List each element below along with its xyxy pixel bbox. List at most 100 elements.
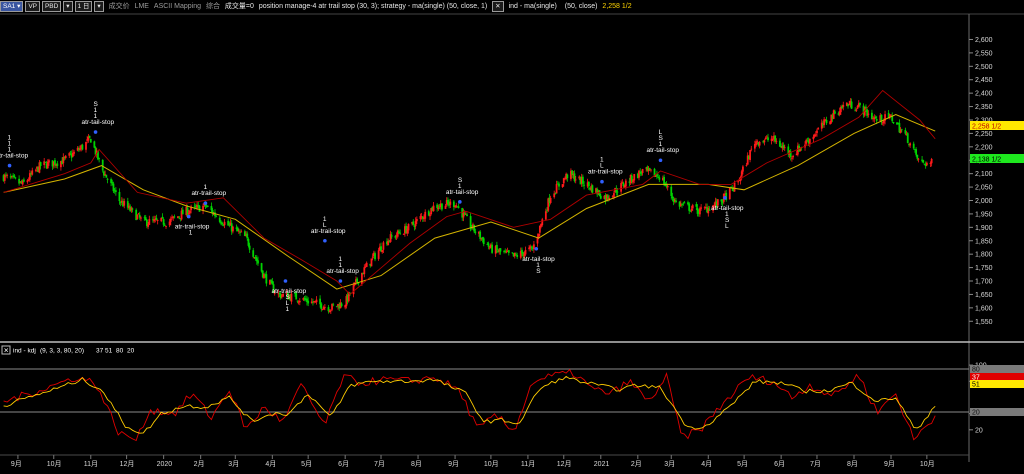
candle-body bbox=[377, 250, 380, 259]
candle-body bbox=[474, 231, 477, 233]
signal-mark: L bbox=[725, 223, 729, 230]
candle-body bbox=[558, 183, 560, 187]
time-tick-label: 4月 bbox=[701, 460, 712, 468]
time-tick-label: 8月 bbox=[411, 460, 422, 468]
candle-body bbox=[173, 216, 176, 218]
candle-body bbox=[504, 250, 507, 252]
candle-body bbox=[22, 179, 25, 182]
time-tick-label: 5月 bbox=[301, 460, 312, 468]
candle-body bbox=[641, 169, 644, 173]
candle-body bbox=[98, 158, 101, 159]
candle-body bbox=[363, 267, 366, 275]
candle-body bbox=[695, 204, 698, 207]
signal-dot bbox=[203, 201, 208, 205]
candle-body bbox=[26, 180, 29, 183]
candle-body bbox=[112, 183, 115, 192]
candle-body bbox=[632, 180, 634, 183]
candle-body bbox=[469, 216, 472, 229]
candle-body bbox=[820, 122, 823, 129]
candles-layer bbox=[2, 98, 933, 315]
candle-body bbox=[155, 217, 158, 220]
signal-label: atr-trail-stop bbox=[191, 190, 226, 197]
price-tick-label: 2,000 bbox=[975, 198, 993, 205]
candle-body bbox=[88, 135, 91, 138]
time-tick-label: 2月 bbox=[631, 460, 642, 468]
candle-body bbox=[105, 174, 108, 178]
time-tick-label: 10月 bbox=[484, 460, 499, 468]
candle-body bbox=[728, 187, 731, 200]
candle-body bbox=[13, 175, 16, 178]
candle-body bbox=[114, 190, 117, 192]
signal-label: atr-trail-stop bbox=[588, 169, 623, 176]
candle-body bbox=[370, 258, 373, 267]
candle-body bbox=[332, 304, 335, 306]
candle-body bbox=[756, 141, 759, 143]
candle-body bbox=[587, 182, 590, 187]
candle-body bbox=[131, 208, 134, 210]
candle-body bbox=[499, 248, 502, 252]
candle-body bbox=[382, 242, 385, 250]
candle-body bbox=[691, 205, 694, 209]
price-tick-label: 1,650 bbox=[975, 292, 993, 299]
candle-body bbox=[361, 273, 363, 285]
candle-body bbox=[189, 210, 191, 214]
candle-body bbox=[624, 180, 627, 187]
candle-body bbox=[414, 220, 417, 227]
candle-body bbox=[271, 280, 274, 285]
kdj-d-value: 51 bbox=[105, 348, 113, 355]
candle-body bbox=[749, 149, 751, 161]
candle-body bbox=[106, 178, 109, 180]
candle-body bbox=[561, 184, 564, 188]
candle-body bbox=[906, 133, 909, 143]
ma-badge-text: 2,258 1/2 bbox=[972, 124, 1001, 131]
candle-body bbox=[658, 177, 661, 180]
candle-body bbox=[81, 144, 84, 150]
ma-line bbox=[3, 114, 936, 290]
candle-body bbox=[329, 309, 332, 311]
candle-body bbox=[390, 235, 393, 237]
signal-mark: 1 bbox=[203, 184, 207, 191]
candle-body bbox=[31, 170, 34, 175]
candle-body bbox=[690, 208, 693, 211]
candle-body bbox=[298, 300, 301, 303]
candle-body bbox=[816, 130, 818, 134]
signal-mark: 1 bbox=[8, 135, 12, 142]
candle-body bbox=[890, 114, 892, 116]
price-tick-label: 1,900 bbox=[975, 225, 993, 232]
chart-canvas[interactable]: atr-tail-stop111atr-tail-stop11Satr-trai… bbox=[0, 0, 1024, 474]
candle-body bbox=[441, 203, 443, 210]
candle-body bbox=[163, 225, 166, 226]
candle-body bbox=[46, 161, 49, 169]
price-tick-label: 2,450 bbox=[975, 77, 993, 84]
candle-body bbox=[774, 135, 777, 142]
signal-mark: S bbox=[659, 135, 664, 142]
candle-body bbox=[866, 109, 869, 116]
candle-body bbox=[767, 137, 769, 141]
candle-body bbox=[449, 201, 452, 205]
candle-body bbox=[111, 182, 114, 184]
candle-body bbox=[909, 143, 912, 146]
candle-body bbox=[407, 223, 410, 231]
signal-dot bbox=[323, 238, 327, 243]
candle-body bbox=[842, 105, 845, 108]
candle-body bbox=[633, 174, 636, 181]
candle-body bbox=[3, 174, 6, 181]
candle-body bbox=[524, 249, 527, 255]
candle-body bbox=[198, 205, 201, 212]
candle-body bbox=[670, 186, 673, 196]
candle-body bbox=[657, 176, 660, 178]
candle-body bbox=[783, 147, 786, 149]
candle-body bbox=[689, 210, 692, 212]
signal-mark: 1 bbox=[659, 141, 663, 148]
candle-body bbox=[892, 122, 895, 124]
candle-body bbox=[136, 214, 139, 220]
candle-body bbox=[160, 217, 163, 222]
candle-body bbox=[700, 207, 703, 209]
kdj-title: ind - kdj bbox=[13, 348, 36, 355]
kdj-subpane-header: ✕ ind - kdj (9, 3, 3, 80, 20) 37 51 80 2… bbox=[1, 345, 135, 355]
candle-body bbox=[682, 203, 685, 205]
price-tick-label: 1,950 bbox=[975, 211, 993, 218]
price-tick-label: 2,350 bbox=[975, 104, 993, 111]
time-tick-label: 10月 bbox=[920, 460, 935, 468]
signal-mark: L bbox=[600, 163, 604, 170]
